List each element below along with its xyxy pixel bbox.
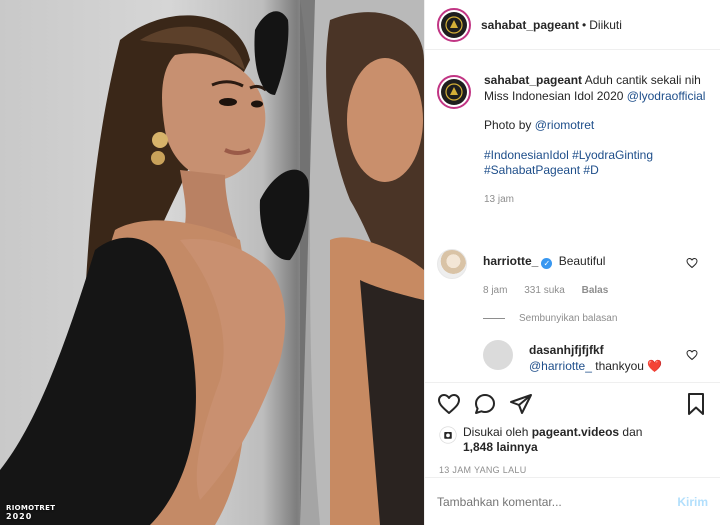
verified-icon: ✓ <box>541 258 553 269</box>
post-caption: sahabat_pageant Aduh cantik sekali nih M… <box>425 51 720 208</box>
liked-by-prefix: Disukai oleh <box>463 425 529 439</box>
pageant-logo-icon <box>445 83 463 101</box>
reply-button[interactable]: Balas <box>582 285 609 296</box>
reply-text: thankyou <box>595 359 644 373</box>
liked-by-conjunction: dan <box>622 425 643 439</box>
hashtags-line-2[interactable]: #SahabatPageant #D <box>484 163 708 179</box>
hide-replies-toggle[interactable]: Sembunyikan balasan <box>483 313 617 324</box>
post-comment-button[interactable]: Kirim <box>677 495 708 509</box>
pageant-logo-icon <box>445 15 463 34</box>
comment-icon[interactable] <box>473 392 497 416</box>
post-date: 13 JAM YANG LALU <box>439 465 527 475</box>
comment-likes[interactable]: 331 suka <box>524 285 565 296</box>
heart-icon[interactable] <box>437 392 461 416</box>
photo-credit-label: Photo by <box>484 118 532 133</box>
caption-mention-link[interactable]: @lyodraofficial <box>627 89 706 103</box>
author-username[interactable]: sahabat_pageant <box>481 18 579 32</box>
bookmark-icon[interactable] <box>684 392 708 416</box>
author-avatar[interactable] <box>437 7 471 42</box>
caption-avatar[interactable] <box>437 75 471 109</box>
caption-username[interactable]: sahabat_pageant <box>484 73 582 87</box>
post-actions-area: Disukai oleh pageant.videos dan 1,848 la… <box>425 382 720 475</box>
hide-replies-label: Sembunyikan balasan <box>519 313 618 324</box>
liked-by-others[interactable]: 1,848 lainnya <box>463 440 538 454</box>
photo-credit-link[interactable]: @riomotret <box>535 118 595 132</box>
post-photo[interactable]: RIOMOTRET 2020 <box>0 0 424 525</box>
comment-like-heart-icon[interactable] <box>686 257 698 269</box>
replier-avatar[interactable] <box>483 340 513 370</box>
watermark-text: RIOMOTRET <box>6 504 56 512</box>
reply-like-heart-icon[interactable] <box>686 349 698 361</box>
liked-by-user[interactable]: pageant.videos <box>532 425 619 439</box>
comment-meta: 8 jam 331 suka Balas <box>483 285 622 296</box>
action-bar <box>425 383 720 425</box>
comment-text: Beautiful <box>558 254 606 268</box>
post-header: sahabat_pageant • Diikuti <box>425 0 720 50</box>
add-comment-bar: Kirim <box>425 477 720 525</box>
caption-time: 13 jam <box>484 193 515 205</box>
photo-watermark: RIOMOTRET 2020 <box>6 505 55 521</box>
replies-divider-line <box>483 318 505 319</box>
post-side-panel: sahabat_pageant • Diikuti sahabat_pagean… <box>424 0 720 525</box>
liker-avatar-icon[interactable] <box>439 426 457 444</box>
comments-list[interactable]: sahabat_pageant Aduh cantik sekali nih M… <box>425 51 720 381</box>
caption-body: sahabat_pageant Aduh cantik sekali nih M… <box>484 73 708 208</box>
post-photo-illustration <box>0 0 424 525</box>
replier-username[interactable]: dasanhjfjfjfkf <box>529 342 689 358</box>
likes-summary: Disukai oleh pageant.videos dan 1,848 la… <box>425 425 720 455</box>
red-heart-emoji: ❤️ <box>647 359 663 373</box>
comment-time: 8 jam <box>483 285 508 296</box>
header-separator: • <box>582 17 587 32</box>
comment-input[interactable] <box>437 494 678 509</box>
comment-body: harriotte_ ✓ Beautiful <box>483 253 693 269</box>
reply-body: dasanhjfjfjfkf @harriotte_ thankyou ❤️ <box>529 342 689 374</box>
hashtags-line-1[interactable]: #IndonesianIdol #LyodraGinting <box>484 148 708 164</box>
watermark-year: 2020 <box>6 512 33 521</box>
commenter-avatar[interactable] <box>437 249 467 279</box>
follow-status-button[interactable]: Diikuti <box>589 18 622 32</box>
share-icon[interactable] <box>509 392 533 416</box>
reply-mention-link[interactable]: @harriotte_ <box>529 359 592 373</box>
commenter-username[interactable]: harriotte_ <box>483 254 538 268</box>
